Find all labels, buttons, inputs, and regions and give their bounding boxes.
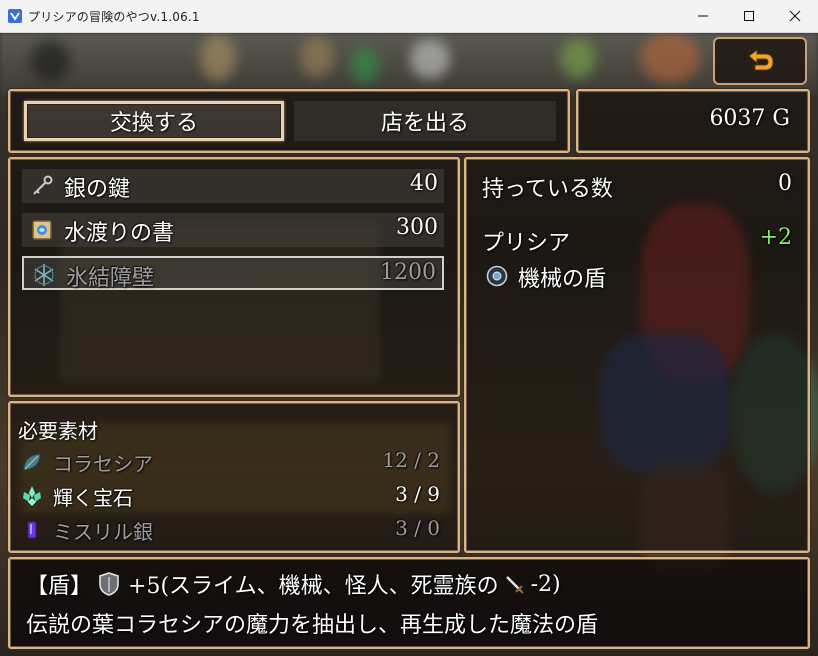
- app-icon: [8, 9, 22, 23]
- description-text: 伝説の葉コラセシアの魔力を抽出し、再生成した魔法の盾: [26, 613, 599, 638]
- gem-icon: [23, 486, 41, 506]
- mithril-icon: [27, 521, 37, 539]
- game-scene: 交換する 店を出る 6037 G 銀の鍵 40 水渡りの書 300 氷結障壁 1…: [0, 33, 818, 656]
- owned-count-value: 0: [778, 171, 792, 196]
- stat-bonus: +2: [759, 225, 792, 250]
- command-window: 交換する 店を出る: [8, 89, 570, 153]
- item-list-window: 銀の鍵 40 水渡りの書 300 氷結障壁 1200: [8, 157, 460, 397]
- item-name: 氷結障壁: [66, 266, 155, 291]
- equipment-name: 機械の盾: [518, 267, 607, 292]
- material-quantity: 3 / 9: [395, 482, 440, 506]
- material-row-mithril: ミスリル銀 3 / 0: [20, 515, 440, 545]
- leaf-icon: [23, 453, 41, 471]
- background-lamp: [410, 39, 450, 79]
- status-window: 持っている数 0 プリシア +2 機械の盾: [464, 157, 810, 553]
- gold-amount: 6037 G: [709, 106, 790, 131]
- item-row-silver-key[interactable]: 銀の鍵 40: [22, 169, 444, 203]
- effect-penalty: -2): [530, 571, 561, 597]
- item-price: 1200: [380, 260, 436, 285]
- materials-window: 必要素材 コラセシア 12 / 2 輝く宝石 3 / 9 ミスリル銀 3 / 0: [8, 401, 460, 553]
- gold-window: 6037 G: [576, 89, 810, 153]
- exchange-label: 交換する: [109, 111, 198, 136]
- material-quantity: 12 / 2: [382, 448, 440, 472]
- scroll-icon: [32, 220, 52, 240]
- background-jar: [200, 35, 236, 81]
- material-row-shining-gem: 輝く宝石 3 / 9: [20, 481, 440, 511]
- sword-icon: [505, 576, 524, 594]
- close-button[interactable]: [772, 0, 818, 32]
- window-titlebar: プリシアの冒険のやつv.1.06.1: [0, 0, 818, 33]
- item-category: 【盾】: [26, 574, 93, 599]
- ice-barrier-icon: [34, 264, 54, 286]
- mech-shield-icon: [486, 265, 508, 287]
- background-pot: [30, 41, 70, 81]
- background-cloth: [640, 33, 700, 83]
- material-row-corasesia: コラセシア 12 / 2: [20, 447, 440, 477]
- character-name: プリシア: [482, 231, 571, 256]
- material-name: 輝く宝石: [53, 486, 133, 510]
- key-icon: [33, 175, 53, 195]
- material-quantity: 3 / 0: [395, 516, 440, 540]
- material-name: ミスリル銀: [53, 520, 153, 544]
- background-jar: [300, 37, 334, 77]
- item-price: 300: [396, 215, 438, 240]
- item-name: 銀の鍵: [64, 177, 131, 202]
- effect-text: +5(スライム、機械、怪人、死霊族の: [128, 574, 499, 599]
- window-title: プリシアの冒険のやつv.1.06.1: [28, 10, 200, 24]
- defense-shield-icon: [99, 572, 119, 596]
- return-arrow-icon: [748, 49, 774, 71]
- item-row-ice-barrier[interactable]: 氷結障壁 1200: [22, 256, 444, 291]
- leave-shop-button[interactable]: 店を出る: [294, 101, 556, 141]
- item-price: 40: [410, 171, 438, 196]
- item-row-water-book[interactable]: 水渡りの書 300: [22, 213, 444, 247]
- background-plant: [560, 39, 596, 79]
- minimize-button[interactable]: [680, 0, 726, 32]
- item-name: 水渡りの書: [64, 221, 175, 246]
- materials-title: 必要素材: [18, 419, 98, 443]
- close-icon: [789, 10, 801, 22]
- minimize-icon: [698, 15, 708, 17]
- leave-shop-label: 店を出る: [380, 111, 469, 136]
- background-bottle: [350, 47, 380, 83]
- owned-count-label: 持っている数: [482, 177, 613, 202]
- back-button[interactable]: [713, 37, 807, 85]
- material-name: コラセシア: [53, 452, 153, 476]
- description-window: 【盾】 +5(スライム、機械、怪人、死霊族の -2) 伝説の葉コラセシアの魔力を…: [8, 557, 810, 649]
- maximize-icon: [744, 11, 754, 21]
- maximize-button[interactable]: [726, 0, 772, 32]
- exchange-button[interactable]: 交換する: [24, 101, 284, 141]
- effect-line: 【盾】 +5(スライム、機械、怪人、死霊族の -2): [26, 569, 561, 600]
